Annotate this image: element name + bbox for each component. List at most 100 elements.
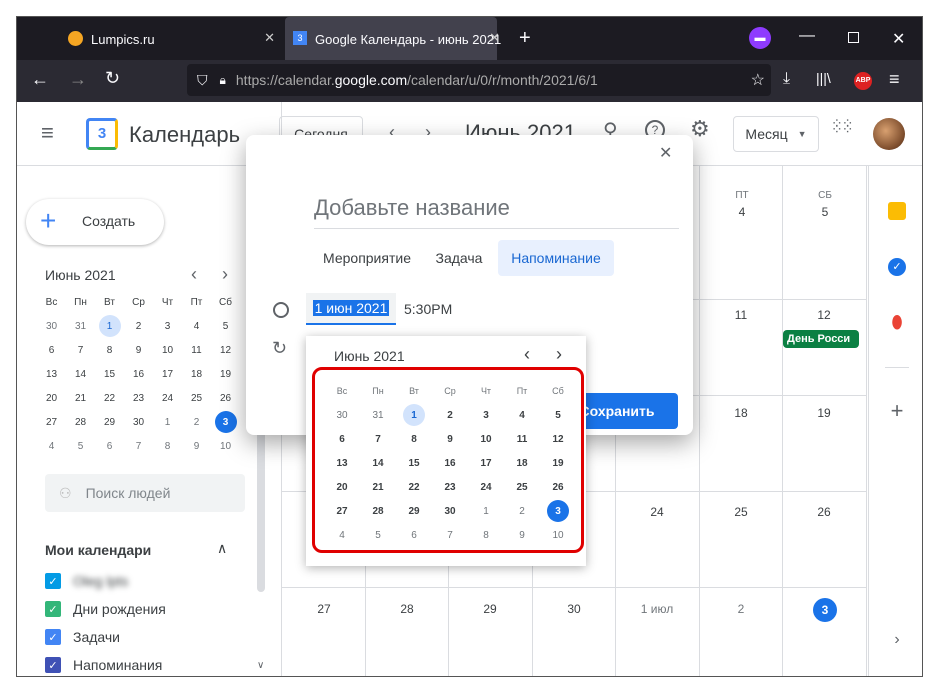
day-cell-number[interactable]: 11: [726, 308, 756, 322]
date-field[interactable]: 1 июн 2021: [306, 293, 396, 325]
mini-day[interactable]: 4: [182, 314, 211, 338]
library-icon[interactable]: |||\: [816, 70, 831, 86]
mini-day[interactable]: 14: [66, 362, 95, 386]
day-cell-number[interactable]: 2: [726, 602, 756, 616]
mini-day[interactable]: 24: [153, 386, 182, 410]
mini-day[interactable]: 25: [182, 386, 211, 410]
mini-day[interactable]: 10: [153, 338, 182, 362]
mini-day[interactable]: 30: [124, 410, 153, 434]
mini-day[interactable]: 3: [153, 314, 182, 338]
mini-day[interactable]: 15: [95, 362, 124, 386]
day-cell-number[interactable]: 24: [642, 505, 672, 519]
checkbox-icon[interactable]: ✓: [45, 601, 61, 617]
day-cell-number[interactable]: 19: [809, 406, 839, 420]
settings-gear-icon[interactable]: ⚙: [690, 116, 710, 142]
mini-day[interactable]: 28: [66, 410, 95, 434]
calendar-item[interactable]: ✓ Напоминания: [45, 651, 245, 676]
day-cell-number[interactable]: 28: [392, 602, 422, 616]
checkbox-icon[interactable]: ✓: [45, 573, 61, 589]
day-cell-number[interactable]: 29: [475, 602, 505, 616]
mini-day[interactable]: 4: [37, 434, 66, 458]
mini-day[interactable]: 20: [37, 386, 66, 410]
mini-day[interactable]: 31: [66, 314, 95, 338]
time-field[interactable]: 5:30PM: [404, 301, 452, 317]
picker-prev-icon[interactable]: ‹: [524, 344, 530, 365]
checkbox-icon[interactable]: ✓: [45, 629, 61, 645]
mini-day[interactable]: 19: [211, 362, 240, 386]
tab-google-calendar[interactable]: 3 Google Календарь - июнь 2021 ✕: [285, 17, 501, 60]
mini-day[interactable]: 17: [153, 362, 182, 386]
calendar-item[interactable]: ✓ Задачи: [45, 623, 245, 651]
forward-icon[interactable]: →: [69, 69, 87, 90]
mini-day[interactable]: 2: [182, 410, 211, 434]
search-people-field[interactable]: ⚇ Поиск людей: [45, 474, 245, 512]
title-input[interactable]: Добавьте название: [314, 195, 679, 229]
event-type-tab[interactable]: Задача: [429, 240, 489, 276]
bookmark-star-icon[interactable]: ☆: [751, 70, 765, 90]
collapse-chevron-icon[interactable]: ∧: [217, 540, 227, 557]
day-cell-number[interactable]: 30: [559, 602, 589, 616]
tasks-icon[interactable]: ✓: [885, 255, 909, 279]
reload-icon[interactable]: ↻: [105, 68, 120, 89]
keep-icon[interactable]: [885, 199, 909, 223]
apps-grid-icon[interactable]: ⁘⁘ ⁘⁘: [831, 116, 853, 136]
mini-day[interactable]: 8: [153, 434, 182, 458]
view-select[interactable]: Месяц ▼: [733, 116, 819, 152]
mini-day[interactable]: 6: [95, 434, 124, 458]
minimize-icon[interactable]: —: [799, 27, 815, 45]
mini-day[interactable]: 7: [124, 434, 153, 458]
add-addon-icon[interactable]: +: [885, 398, 909, 423]
adblock-icon[interactable]: ABP: [854, 72, 872, 90]
day-cell-number[interactable]: 1 июл: [633, 602, 681, 616]
calendar-item[interactable]: ✓ Oleg lpts: [45, 567, 245, 595]
download-icon[interactable]: ⤓: [783, 70, 790, 88]
day-cell-number[interactable]: 3: [813, 598, 837, 622]
mini-day[interactable]: 26: [211, 386, 240, 410]
mini-next-icon[interactable]: ›: [222, 264, 228, 285]
mini-day[interactable]: 3: [214, 411, 237, 433]
day-cell-number[interactable]: 12: [809, 308, 839, 322]
mini-day[interactable]: 8: [95, 338, 124, 362]
maximize-icon[interactable]: [848, 32, 859, 43]
mini-day[interactable]: 16: [124, 362, 153, 386]
address-bar[interactable]: ⛉ 🔒︎ https://calendar.google.com/calenda…: [187, 64, 771, 96]
avatar[interactable]: [873, 118, 905, 150]
close-dialog-icon[interactable]: ✕: [659, 143, 672, 163]
mini-day[interactable]: 29: [95, 410, 124, 434]
day-cell-number[interactable]: 27: [309, 602, 339, 616]
mini-day[interactable]: 12: [211, 338, 240, 362]
mini-day[interactable]: 1: [98, 315, 121, 337]
mini-day[interactable]: 5: [66, 434, 95, 458]
maps-icon[interactable]: ⬮: [885, 310, 909, 334]
expand-panel-icon[interactable]: ›: [885, 628, 909, 652]
mini-day[interactable]: 5: [211, 314, 240, 338]
mini-day[interactable]: 6: [37, 338, 66, 362]
create-button[interactable]: + Создать: [26, 199, 164, 245]
event-type-tab[interactable]: Напоминание: [498, 240, 614, 276]
mini-day[interactable]: 11: [182, 338, 211, 362]
hamburger-menu-icon[interactable]: ≡: [41, 120, 54, 146]
tab-lumpics[interactable]: Lumpics.ru ✕: [17, 17, 283, 60]
mini-day[interactable]: 2: [124, 314, 153, 338]
day-cell-number[interactable]: 26: [809, 505, 839, 519]
mini-prev-icon[interactable]: ‹: [191, 264, 197, 285]
scroll-down-icon[interactable]: ∨: [257, 660, 264, 671]
mini-day[interactable]: 13: [37, 362, 66, 386]
picker-next-icon[interactable]: ›: [556, 344, 562, 365]
day-cell-number[interactable]: 25: [726, 505, 756, 519]
day-cell-number[interactable]: 18: [726, 406, 756, 420]
event-chip[interactable]: День Росси: [783, 330, 859, 348]
back-icon[interactable]: ←: [31, 69, 49, 90]
mini-day[interactable]: 9: [182, 434, 211, 458]
checkbox-icon[interactable]: ✓: [45, 657, 61, 673]
mini-day[interactable]: 21: [66, 386, 95, 410]
mini-day[interactable]: 22: [95, 386, 124, 410]
mini-day[interactable]: 23: [124, 386, 153, 410]
calendar-item[interactable]: ✓ Дни рождения: [45, 595, 245, 623]
mini-day[interactable]: 1: [153, 410, 182, 434]
tab-close-icon[interactable]: ✕: [264, 30, 275, 46]
repeat-icon[interactable]: ↻: [272, 338, 287, 359]
mini-day[interactable]: 18: [182, 362, 211, 386]
mini-day[interactable]: 30: [37, 314, 66, 338]
close-window-icon[interactable]: ✕: [892, 29, 905, 49]
